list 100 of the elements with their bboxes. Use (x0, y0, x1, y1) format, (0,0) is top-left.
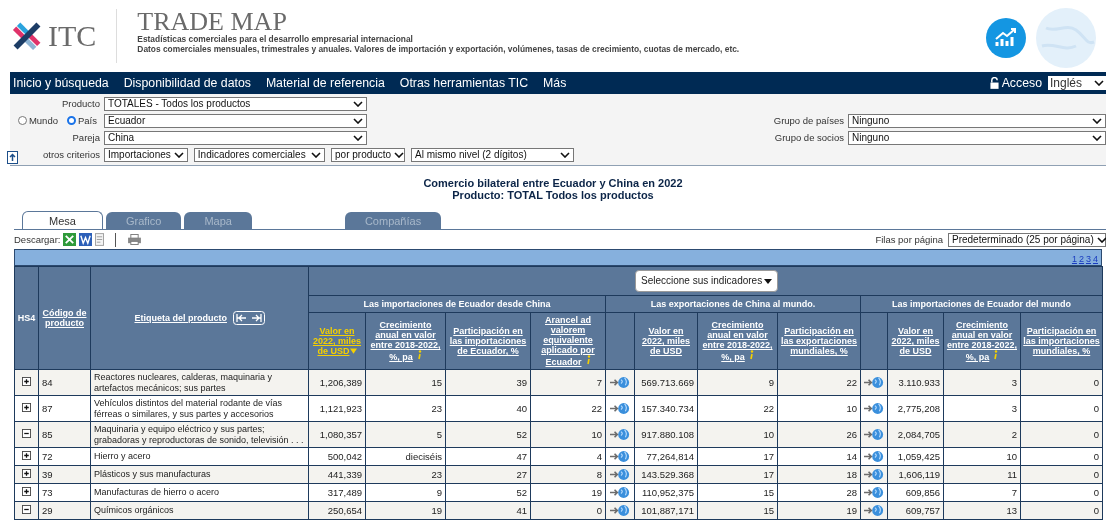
expand-icon[interactable] (22, 377, 31, 386)
radio-label: Mundo (28, 115, 58, 126)
expand-icon[interactable] (22, 487, 31, 496)
upload-icon[interactable] (7, 151, 18, 164)
text-file-icon[interactable] (95, 233, 105, 246)
arrow-globe-icon[interactable] (864, 428, 884, 441)
arrow-globe-icon[interactable] (610, 402, 630, 415)
field-label: Pareja (72, 132, 100, 143)
partner-select[interactable]: China (104, 130, 367, 145)
column-header[interactable]: Valor en 2022, miles de USD (634, 312, 698, 370)
caret-icon (764, 278, 773, 284)
nav-link[interactable]: Inicio y búsqueda (13, 76, 109, 90)
column-header[interactable]: Participación en las importaciones mundiales, % (1020, 312, 1103, 370)
column-header[interactable]: Etiqueta del producto (90, 266, 309, 370)
radio-button[interactable] (67, 116, 76, 125)
table-cell: 3 (943, 395, 1021, 422)
radio-button[interactable] (17, 116, 27, 125)
column-header[interactable]: Código de producto (38, 266, 91, 370)
partner-group-select[interactable]: Ninguno (848, 130, 1106, 145)
arrow-globe-icon[interactable] (864, 504, 884, 517)
expand-icon[interactable] (22, 451, 31, 460)
spreadsheet-icon[interactable] (63, 233, 77, 246)
table-cell: 15 (365, 369, 446, 396)
info-icon (416, 350, 422, 360)
logo-text: ITC (48, 19, 97, 53)
arrow-globe-icon[interactable] (610, 486, 630, 499)
page-link[interactable]: 3 (1085, 254, 1091, 264)
table-cell: Maquinaria y equipo eléctrico y sus partes; grabadoras y reproductoras de sonido, televisión . . . (90, 421, 309, 448)
chevron-icon (1094, 80, 1104, 86)
trend-chart-icon[interactable] (986, 18, 1026, 58)
arrow-globe-icon[interactable] (864, 486, 884, 499)
column-header[interactable]: Crecimiento anual en valor entre 2018-2022, %, pa (365, 312, 446, 370)
arrow-globe-icon[interactable] (864, 468, 884, 481)
globe-drawing (1036, 8, 1096, 68)
page-link[interactable]: 4 (1093, 254, 1098, 264)
table-cell: 3 (943, 369, 1021, 396)
view-tab[interactable]: Mesa (22, 211, 103, 229)
expand-icon[interactable] (22, 469, 31, 478)
criteria-select[interactable]: Indicadores comerciales (193, 147, 325, 162)
table-cell: 39 (445, 369, 531, 396)
arrow-globe-icon[interactable] (864, 450, 884, 463)
country-select[interactable]: Ecuador (104, 113, 367, 128)
expand-icon[interactable] (22, 403, 31, 412)
arrow-globe-icon[interactable] (864, 402, 884, 415)
arrow-globe-icon[interactable] (610, 428, 630, 441)
country-group-select[interactable]: Ninguno (848, 113, 1106, 128)
rows-per-page-select[interactable]: Predeterminado (25 por página) (948, 232, 1106, 247)
arrow-globe-icon[interactable] (610, 468, 630, 481)
table-cell: 22 (530, 395, 606, 422)
column-header[interactable]: Participación en las importaciones de Ecuador, % (445, 312, 531, 370)
table-cell: 0 (1020, 395, 1103, 422)
lock-icon (989, 77, 999, 89)
document-icon[interactable] (79, 233, 93, 246)
login-link[interactable]: Acceso (1001, 76, 1042, 90)
table-cell: 5 (365, 421, 446, 448)
collapse-icon[interactable] (22, 505, 31, 514)
radio-label: País (78, 115, 97, 126)
sort-down-icon (349, 348, 357, 354)
field-label: Grupo de países (773, 115, 844, 126)
table-cell: 10 (777, 395, 861, 422)
table-cell: 23 (365, 395, 446, 422)
expand-columns-icon[interactable] (232, 311, 265, 325)
criteria-select[interactable]: por producto (331, 147, 405, 162)
page-link[interactable]: 1 (1071, 254, 1077, 264)
chevron-icon (394, 151, 405, 158)
indicator-select-button[interactable]: Seleccione sus indicadores (635, 270, 779, 292)
rows-per-page-label: Filas por página (875, 234, 943, 245)
chevron-icon (560, 151, 570, 158)
language-select[interactable]: Inglés (1048, 76, 1106, 90)
column-header[interactable]: Participación en las exportaciones mundiales, % (777, 312, 861, 370)
column-header[interactable]: Crecimiento anual en valor entre 2018-2022, %, pa (697, 312, 778, 370)
table-cell: 9 (697, 369, 778, 396)
page-link[interactable]: 2 (1078, 254, 1084, 264)
download-label: Descargar: (14, 234, 61, 245)
nav-link[interactable]: Otras herramientas TIC (399, 76, 529, 90)
arrow-globe-icon[interactable] (610, 376, 630, 389)
column-header[interactable]: Arancel ad valorem equivalente aplicado por Ecuador (530, 312, 606, 370)
chevron-icon (1096, 236, 1106, 243)
column-header[interactable]: Valor en 2022, miles de USD (887, 312, 944, 370)
nav-link[interactable]: Disponibilidad de datos (123, 76, 251, 90)
table-cell: 22 (697, 395, 778, 422)
arrow-globe-icon[interactable] (610, 450, 630, 463)
table-cell: 22 (777, 369, 861, 396)
nav-link[interactable]: Material de referencia (265, 76, 385, 90)
arrow-globe-icon[interactable] (610, 504, 630, 517)
report-title: Comercio bilateral entre Ecuador y China en 2022 (422, 177, 684, 189)
table-cell: 26 (777, 421, 861, 448)
table-cell: 40 (445, 395, 531, 422)
criteria-select[interactable]: Al mismo nivel (2 dígitos) (411, 147, 574, 162)
arrow-globe-icon[interactable] (864, 376, 884, 389)
info-icon (748, 350, 754, 360)
nav-link[interactable]: Más (543, 76, 567, 90)
printer-icon[interactable] (127, 234, 143, 245)
table-cell: 52 (445, 421, 531, 448)
table-cell: 7 (530, 369, 606, 396)
product-select[interactable]: TOTALES - Todos los productos (104, 96, 367, 111)
criteria-select[interactable]: Importaciones (104, 147, 188, 162)
column-header[interactable]: Crecimiento anual en valor entre 2018-2022, %, pa (943, 312, 1021, 370)
collapse-icon[interactable] (22, 429, 31, 438)
table-cell: 0 (1020, 421, 1103, 448)
